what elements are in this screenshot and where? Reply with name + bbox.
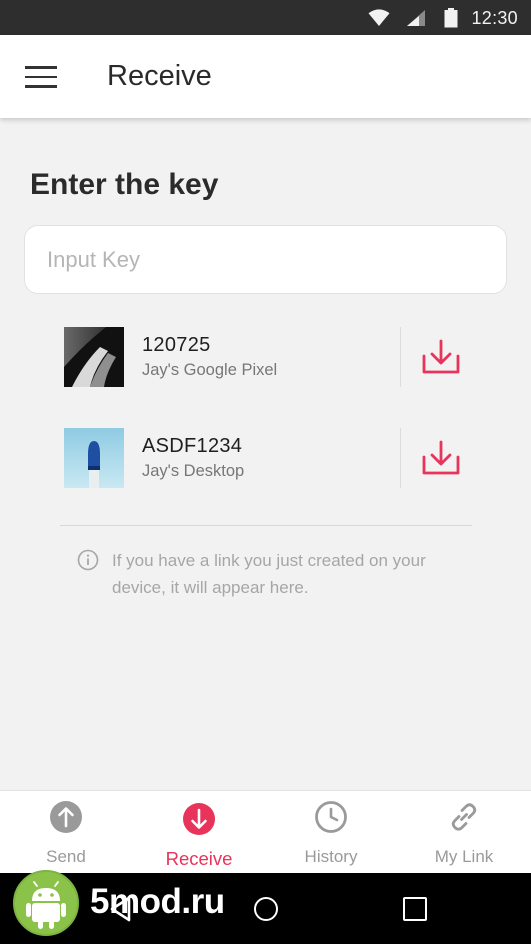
system-nav-bar	[0, 873, 531, 944]
list-item[interactable]: ASDF1234 Jay's Desktop	[64, 428, 484, 488]
nav-receive-label: Receive	[165, 848, 233, 869]
link-icon	[451, 803, 477, 831]
wifi-icon	[368, 9, 390, 26]
info-text: If you have a link you just created on y…	[112, 551, 426, 597]
item-device: Jay's Desktop	[142, 462, 245, 480]
battery-icon	[444, 8, 458, 28]
nav-my-link-label: My Link	[434, 847, 494, 866]
app-bar: Receive	[0, 35, 531, 118]
nav-send-label: Send	[46, 847, 86, 866]
home-icon[interactable]	[254, 897, 278, 921]
nav-history-label: History	[304, 847, 358, 866]
item-key: ASDF1234	[142, 435, 243, 457]
item-divider	[400, 327, 401, 387]
item-device: Jay's Google Pixel	[142, 361, 278, 379]
watermark-text: 5mod.ru	[90, 882, 225, 921]
arrow-down-icon	[183, 803, 215, 835]
item-thumbnail	[64, 327, 124, 387]
android-robot-logo	[13, 870, 79, 936]
item-thumbnail	[64, 428, 124, 488]
nav-history[interactable]: History	[265, 791, 397, 874]
info-icon	[77, 549, 99, 571]
nav-send[interactable]: Send	[0, 791, 132, 874]
item-key: 120725	[142, 334, 211, 356]
nav-receive[interactable]: Receive	[133, 791, 265, 874]
page-title: Receive	[107, 60, 212, 92]
clock-icon	[315, 801, 347, 833]
hamburger-menu-icon[interactable]	[25, 65, 57, 89]
section-divider	[60, 525, 472, 526]
list-item[interactable]: 120725 Jay's Google Pixel	[64, 327, 484, 387]
status-bar: 12:30	[0, 0, 531, 35]
status-time: 12:30	[471, 8, 518, 28]
item-divider	[400, 428, 401, 488]
download-icon[interactable]	[422, 339, 460, 375]
signal-icon	[407, 10, 425, 26]
key-input[interactable]	[24, 225, 507, 294]
bottom-nav: Send Receive History My Link	[0, 790, 531, 873]
download-icon[interactable]	[422, 440, 460, 476]
enter-key-heading: Enter the key	[30, 168, 219, 201]
recent-apps-icon[interactable]	[403, 897, 427, 921]
nav-my-link[interactable]: My Link	[398, 791, 530, 874]
arrow-up-icon	[50, 801, 82, 833]
